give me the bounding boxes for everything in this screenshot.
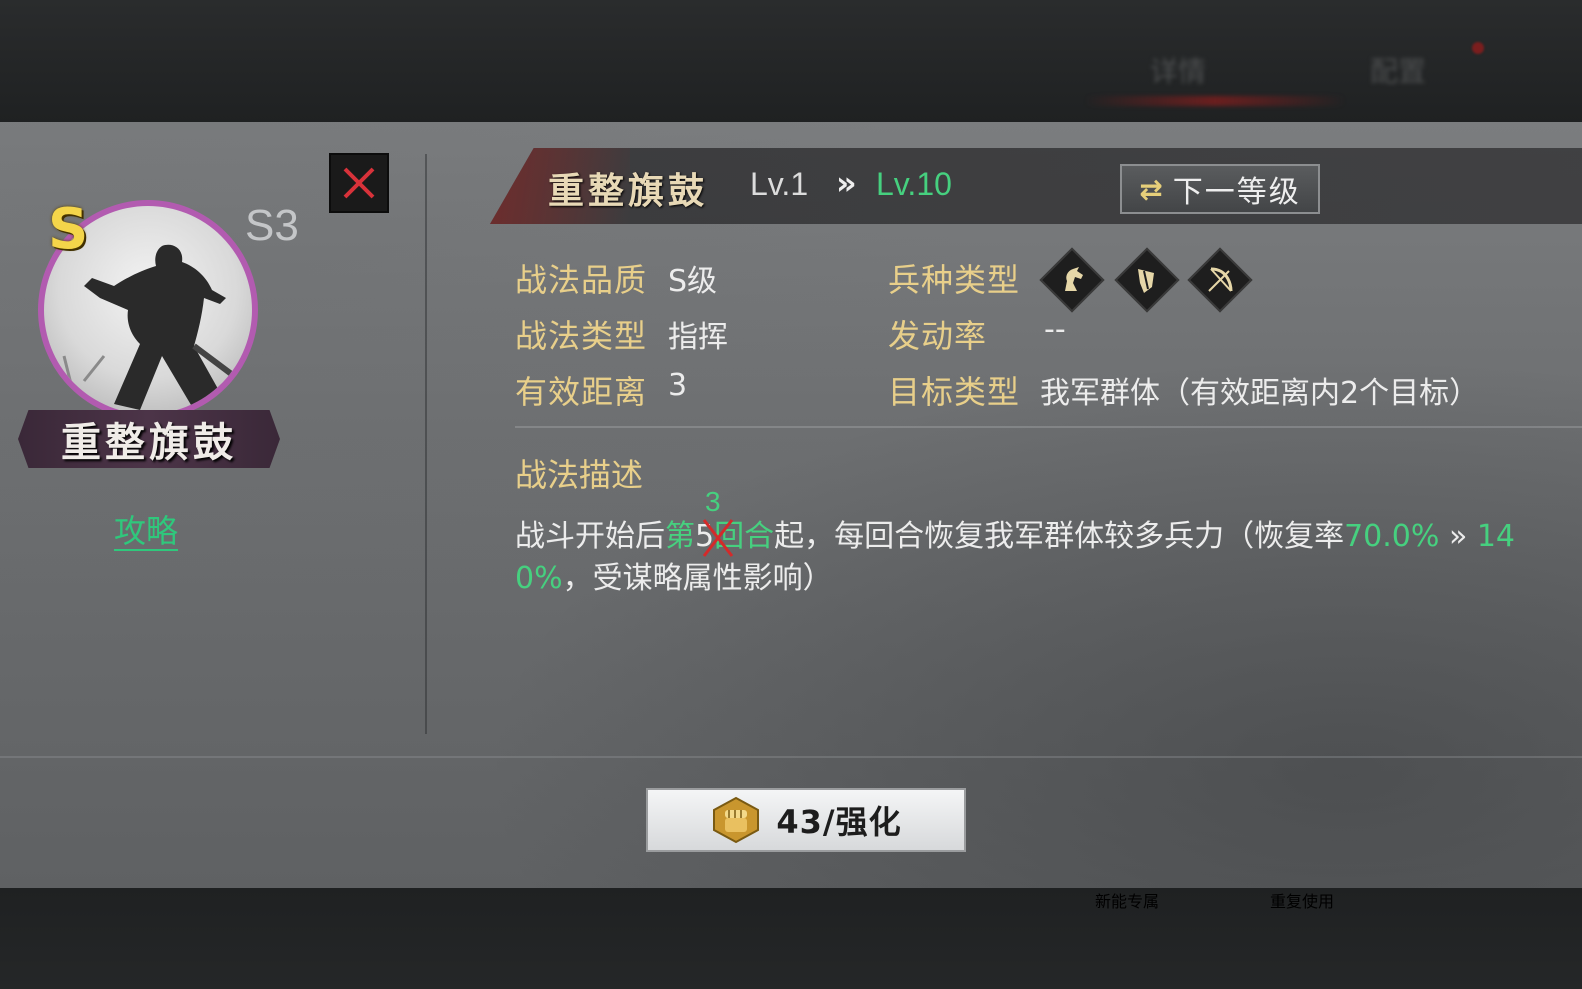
desc-recovery-rate-max-cont: 0%	[515, 561, 563, 596]
desc-text: 战斗开始后	[515, 519, 665, 554]
background-bottom-text-1: 新能专属	[1095, 892, 1160, 911]
type-label: 战法类型	[515, 317, 648, 355]
skill-detail-panel: S S3 重整旗鼓 攻略 重整旗鼓 Lv.1 » Lv.10 ⇄ 下一等级 战法…	[0, 122, 1582, 888]
troop-type-label: 兵种类型	[888, 261, 1021, 299]
guide-link[interactable]: 攻略	[114, 513, 179, 552]
quality-label: 战法品质	[515, 261, 648, 299]
upgrade-label: 43/强化	[776, 803, 902, 841]
trigger-rate-value: --	[1044, 312, 1066, 347]
swap-icon: ⇄	[1139, 172, 1163, 206]
skill-title: 重整旗鼓	[548, 170, 709, 212]
level-max: Lv.10	[876, 166, 952, 202]
fist-icon	[713, 796, 760, 844]
background-tab-other: 配置	[1370, 55, 1427, 88]
upgrade-button[interactable]: 43/强化	[646, 788, 966, 852]
description-line-1: 战斗开始后第5回合起，每回合恢复我军群体较多兵力（恢复率70.0% » 14	[515, 516, 1515, 558]
strike-mark-icon	[702, 519, 734, 557]
quality-value: S级	[668, 264, 718, 299]
background-tab-underline	[1085, 96, 1345, 106]
skill-name-banner: 重整旗鼓	[18, 410, 280, 468]
desc-text: 起，每回合恢复我军群体较多兵力（恢复率	[774, 519, 1345, 554]
description-heading: 战法描述	[515, 456, 644, 494]
background-tab-detail: 详情	[1150, 55, 1207, 88]
target-type-label: 目标类型	[888, 373, 1021, 411]
cavalry-icon	[1039, 247, 1105, 313]
next-level-button[interactable]: ⇄ 下一等级	[1120, 164, 1320, 214]
target-type-value: 我军群体（有效距离内2个目标）	[1040, 376, 1480, 411]
column-divider	[425, 154, 427, 734]
desc-recovery-rate-max: 14	[1476, 519, 1516, 554]
level-current: Lv.1	[750, 166, 809, 202]
close-button[interactable]	[329, 153, 389, 213]
range-value: 3	[668, 368, 688, 403]
desc-highlight: 第	[665, 519, 695, 554]
next-level-label: 下一等级	[1172, 175, 1301, 210]
background-bottom-text-2: 重复使用	[1270, 892, 1335, 911]
desc-arrow: »	[1439, 519, 1477, 554]
close-icon	[343, 167, 375, 199]
notification-dot	[1472, 42, 1484, 54]
attribute-separator	[515, 426, 1582, 428]
trigger-rate-label: 发动率	[888, 317, 988, 355]
footer-divider	[0, 756, 1582, 758]
desc-recovery-rate: 70.0%	[1344, 519, 1440, 554]
desc-text: ，受谋略属性影响）	[562, 561, 833, 596]
shield-icon	[1114, 247, 1180, 313]
bow-icon	[1187, 247, 1253, 313]
season-tag: S3	[245, 201, 299, 250]
background-bottom	[0, 888, 1582, 989]
type-value: 指挥	[668, 320, 728, 355]
level-arrow-icon: »	[836, 164, 857, 202]
range-label: 有效距离	[515, 373, 648, 411]
skill-name: 重整旗鼓	[61, 419, 237, 466]
grade-badge: S	[48, 197, 89, 262]
background-top: 详情 配置	[0, 0, 1582, 122]
description-line-2: 0%，受谋略属性影响）	[515, 558, 833, 600]
